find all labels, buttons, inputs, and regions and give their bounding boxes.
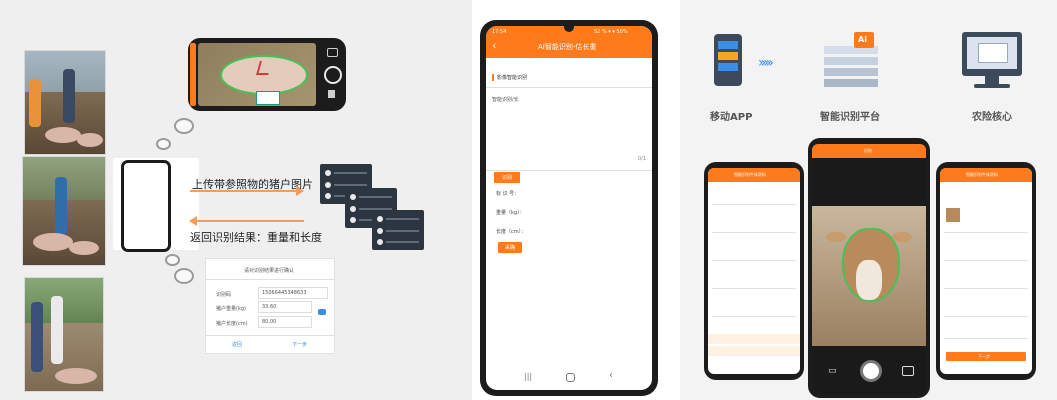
phone-camera-center: 识别 ▭ <box>808 138 930 398</box>
recognize-button[interactable]: 识别 <box>494 172 520 183</box>
phone-screen: 17:54 52 % ▾ ▾ 50% ‹ AI智能识别-估长重 影像智能识别 智… <box>486 26 652 390</box>
home-icon[interactable] <box>566 373 575 382</box>
center-phone-header: 识别 <box>864 148 872 153</box>
recent-apps-icon[interactable]: ||| <box>524 372 532 381</box>
upload-arrow-head <box>296 186 304 196</box>
phone-list-right: 智能识别牛体资料 下一步 <box>936 162 1036 380</box>
result-arrow-head <box>189 216 197 226</box>
thought-cloud <box>165 254 180 266</box>
length-label: 猪户长度(cm) <box>216 321 248 327</box>
mobile-app-icon <box>714 34 742 86</box>
status-icons: 52 % ▾ ▾ 50% <box>594 29 628 35</box>
landscape-phone <box>188 38 346 111</box>
thought-cloud <box>174 118 194 134</box>
header-title: AI智能识别-估长重 <box>538 43 597 51</box>
flip-camera-icon[interactable] <box>902 366 914 376</box>
length-label: 长度（cm）： <box>496 229 527 235</box>
shutter-icon[interactable] <box>324 66 342 84</box>
monitor-icon <box>962 32 1022 76</box>
submit-button[interactable]: 采确 <box>498 242 522 253</box>
cow-thumbnail <box>946 208 960 222</box>
back-button[interactable]: 返回 <box>232 341 242 348</box>
farm-photo-1 <box>24 50 106 155</box>
confirm-card-title: 请对识别结果进行确认 <box>244 268 295 274</box>
right-phone-header: 智能识别牛体资料 <box>966 172 998 177</box>
thought-cloud <box>174 268 194 284</box>
confirm-card: 请对识别结果进行确认 识别码 15066445348633 猪户重量(kg) 3… <box>205 258 335 354</box>
length-field[interactable]: 80.00 <box>258 316 312 328</box>
result-label: 返回识别结果：重量和长度 <box>190 231 322 244</box>
upload-arrow <box>190 190 298 192</box>
thought-cloud <box>156 138 171 150</box>
weight-label: 重量（kg）： <box>496 210 525 216</box>
pig-camera-view <box>198 43 316 106</box>
section-title: 影像智能识别 <box>497 75 528 81</box>
phone-list-left: 智能识别牛体资料 <box>704 162 804 380</box>
camera-icon[interactable] <box>318 309 326 315</box>
shutter-button-icon[interactable] <box>860 360 882 382</box>
section-marker <box>492 74 494 81</box>
middle-panel: 17:54 52 % ▾ ▾ 50% ‹ AI智能识别-估长重 影像智能识别 智… <box>472 0 677 400</box>
weight-field[interactable]: 33.60 <box>258 301 312 313</box>
ai-platform-icon: Ai <box>818 32 884 88</box>
platform-label: 智能识别平台 <box>820 112 880 123</box>
flow-arrow-icon: ››››› <box>758 55 774 71</box>
right-phone-next-button[interactable]: 下一步 <box>946 352 1026 361</box>
camera-switch-icon[interactable] <box>327 48 338 57</box>
text-area-label: 智能识别/长 <box>492 97 519 103</box>
nav-back-icon[interactable]: ‹ <box>609 370 613 381</box>
result-arrow <box>196 220 304 222</box>
back-icon[interactable]: ‹ <box>492 39 496 52</box>
ai-badge: Ai <box>854 32 874 48</box>
right-panel: 移动APP ››››› Ai 智能识别平台 农险核心 智能识别牛体资料 识别 ▭… <box>680 0 1057 400</box>
char-count: 0/1 <box>637 156 646 162</box>
text-area[interactable]: 智能识别/长 0/1 <box>492 94 646 168</box>
status-time: 17:54 <box>492 29 507 35</box>
weight-label: 猪户重量(kg) <box>216 306 246 312</box>
gallery-icon[interactable] <box>328 90 335 98</box>
id-label: 识别码 <box>216 292 232 298</box>
left-phone-header: 智能识别牛体资料 <box>734 172 766 177</box>
phone-device: 17:54 52 % ▾ ▾ 50% ‹ AI智能识别-估长重 影像智能识别 智… <box>480 20 658 396</box>
farm-photo-2 <box>22 156 106 266</box>
mobile-app-label: 移动APP <box>710 112 753 123</box>
id-label: 标 识 号： <box>496 191 520 197</box>
farm-photo-3 <box>24 277 104 392</box>
portrait-phone <box>121 160 171 252</box>
cow-camera-view <box>812 206 926 346</box>
front-camera-notch <box>564 26 574 32</box>
folder-icon[interactable]: ▭ <box>828 366 837 376</box>
core-label: 农险核心 <box>972 112 1012 123</box>
id-field[interactable]: 15066445348633 <box>258 287 328 299</box>
next-button[interactable]: 下一步 <box>292 341 307 348</box>
server-icon <box>372 210 424 250</box>
left-panel: 上传带参照物的猪户图片 返回识别结果：重量和长度 请对识别结果进行确认 识别码 … <box>0 0 472 400</box>
app-header: 17:54 52 % ▾ ▾ 50% ‹ AI智能识别-估长重 <box>486 26 652 58</box>
